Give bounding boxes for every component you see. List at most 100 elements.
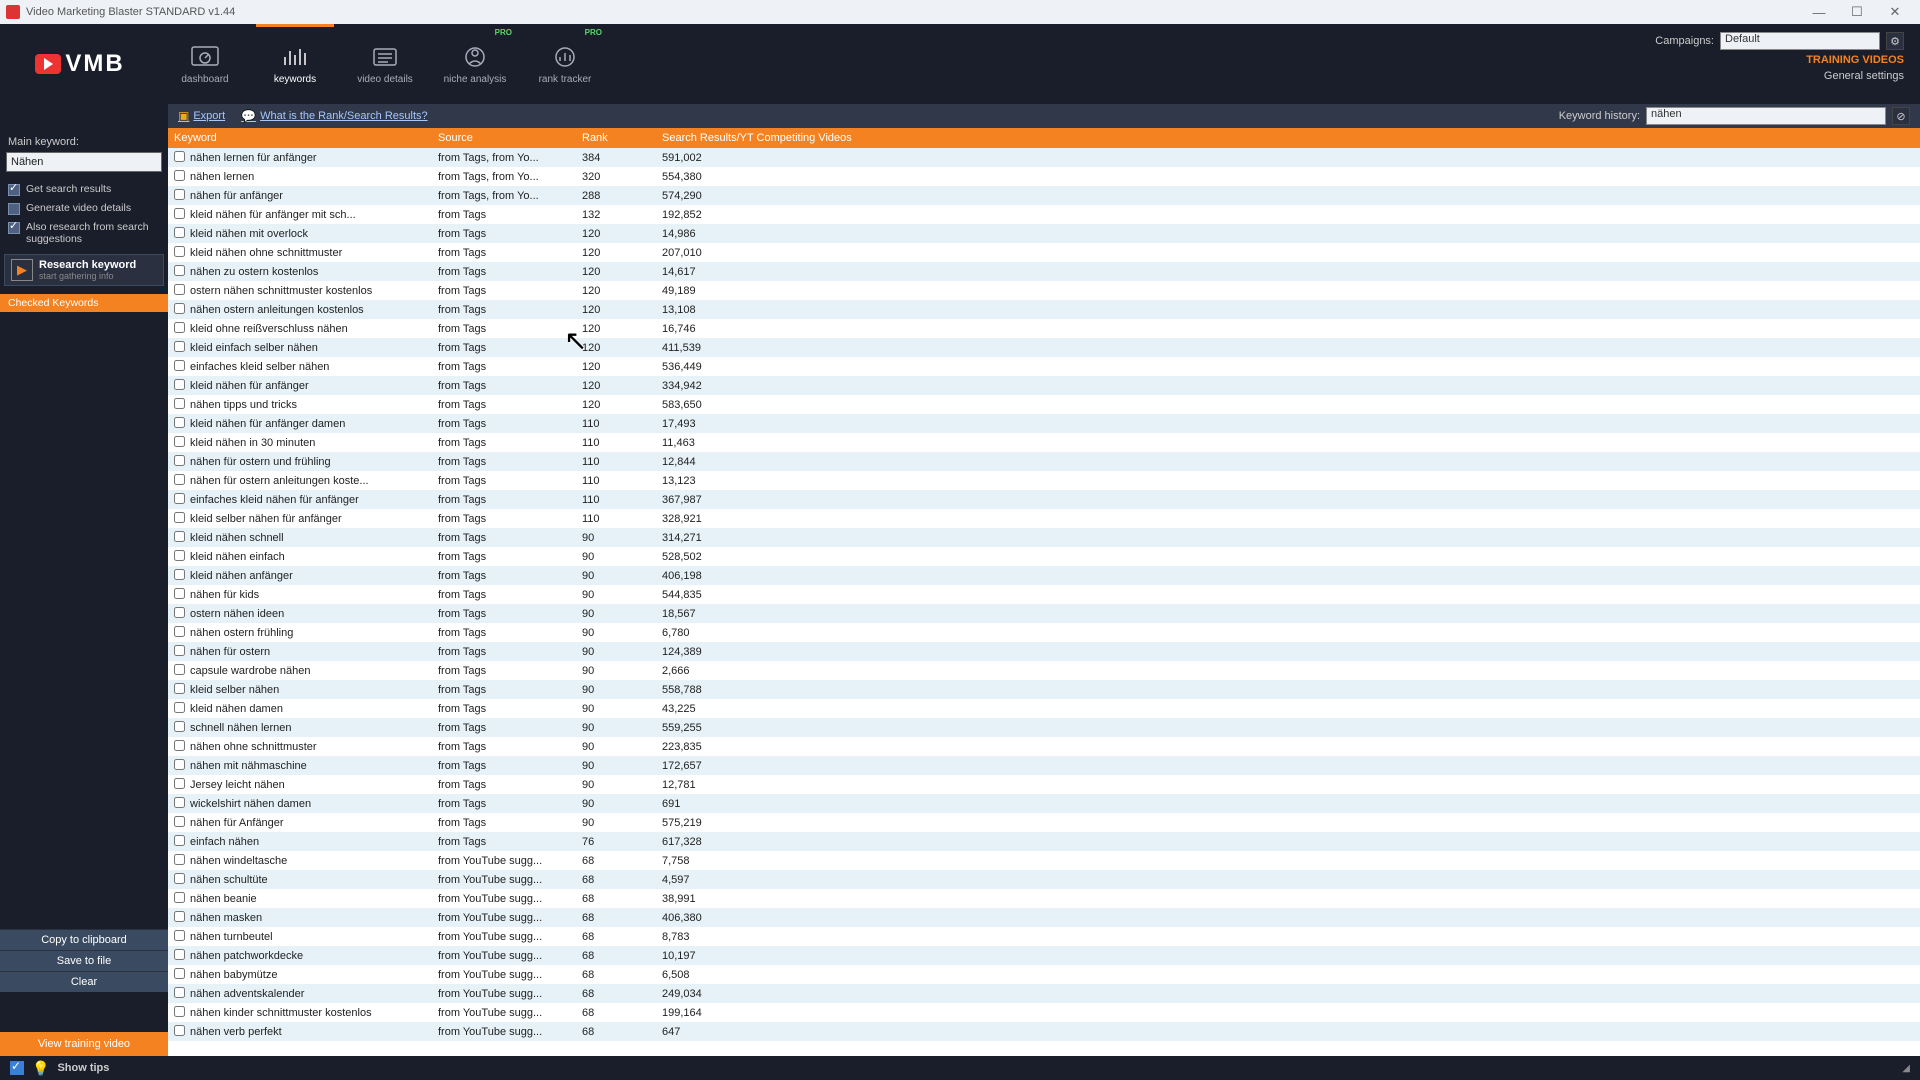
tab-dashboard[interactable]: dashboard <box>160 24 250 104</box>
table-row[interactable]: capsule wardrobe nähenfrom Tags902,666 <box>168 661 1920 680</box>
row-checkbox[interactable] <box>174 151 185 162</box>
row-checkbox[interactable] <box>174 968 185 979</box>
table-row[interactable]: nähen babymützefrom YouTube sugg...686,5… <box>168 965 1920 984</box>
table-row[interactable]: kleid nähen in 30 minutenfrom Tags11011,… <box>168 433 1920 452</box>
table-row[interactable]: kleid ohne reißverschluss nähenfrom Tags… <box>168 319 1920 338</box>
row-checkbox[interactable] <box>174 569 185 580</box>
table-row[interactable]: nähen kinder schnittmuster kostenlosfrom… <box>168 1003 1920 1022</box>
history-remove-button[interactable]: ⊘ <box>1892 107 1910 125</box>
maximize-button[interactable]: ☐ <box>1838 4 1876 20</box>
row-checkbox[interactable] <box>174 911 185 922</box>
table-row[interactable]: ostern nähen ideenfrom Tags9018,567 <box>168 604 1920 623</box>
table-row[interactable]: nähen für osternfrom Tags90124,389 <box>168 642 1920 661</box>
row-checkbox[interactable] <box>174 721 185 732</box>
row-checkbox[interactable] <box>174 208 185 219</box>
table-row[interactable]: kleid selber nähen für anfängerfrom Tags… <box>168 509 1920 528</box>
table-row[interactable]: nähen adventskalenderfrom YouTube sugg..… <box>168 984 1920 1003</box>
minimize-button[interactable]: — <box>1800 5 1838 20</box>
row-checkbox[interactable] <box>174 835 185 846</box>
row-checkbox[interactable] <box>174 607 185 618</box>
table-row[interactable]: Jersey leicht nähenfrom Tags9012,781 <box>168 775 1920 794</box>
clear-button[interactable]: Clear <box>0 971 168 992</box>
row-checkbox[interactable] <box>174 246 185 257</box>
table-row[interactable]: kleid einfach selber nähenfrom Tags12041… <box>168 338 1920 357</box>
table-body[interactable]: nähen lernen für anfängerfrom Tags, from… <box>168 148 1920 1056</box>
table-row[interactable]: nähen für ostern und frühlingfrom Tags11… <box>168 452 1920 471</box>
table-row[interactable]: nähen ostern frühlingfrom Tags906,780 <box>168 623 1920 642</box>
table-row[interactable]: nähen windeltaschefrom YouTube sugg...68… <box>168 851 1920 870</box>
table-row[interactable]: nähen patchworkdeckefrom YouTube sugg...… <box>168 946 1920 965</box>
row-checkbox[interactable] <box>174 987 185 998</box>
table-row[interactable]: schnell nähen lernenfrom Tags90559,255 <box>168 718 1920 737</box>
table-row[interactable]: nähen für kidsfrom Tags90544,835 <box>168 585 1920 604</box>
table-row[interactable]: nähen lernen für anfängerfrom Tags, from… <box>168 148 1920 167</box>
copy-to-clipboard-button[interactable]: Copy to clipboard <box>0 929 168 950</box>
row-checkbox[interactable] <box>174 493 185 504</box>
table-row[interactable]: nähen ohne schnittmusterfrom Tags90223,8… <box>168 737 1920 756</box>
table-row[interactable]: wickelshirt nähen damenfrom Tags90691 <box>168 794 1920 813</box>
col-keyword[interactable]: Keyword <box>168 132 438 144</box>
table-row[interactable]: einfaches kleid selber nähenfrom Tags120… <box>168 357 1920 376</box>
row-checkbox[interactable] <box>174 1006 185 1017</box>
table-row[interactable]: kleid nähen für anfänger mit sch...from … <box>168 205 1920 224</box>
table-row[interactable]: ostern nähen schnittmuster kostenlosfrom… <box>168 281 1920 300</box>
row-checkbox[interactable] <box>174 512 185 523</box>
row-checkbox[interactable] <box>174 759 185 770</box>
table-row[interactable]: nähen für ostern anleitungen koste...fro… <box>168 471 1920 490</box>
row-checkbox[interactable] <box>174 1025 185 1036</box>
row-checkbox[interactable] <box>174 683 185 694</box>
row-checkbox[interactable] <box>174 436 185 447</box>
row-checkbox[interactable] <box>174 227 185 238</box>
row-checkbox[interactable] <box>174 265 185 276</box>
row-checkbox[interactable] <box>174 284 185 295</box>
training-videos-link[interactable]: TRAINING VIDEOS <box>1806 54 1904 66</box>
row-checkbox[interactable] <box>174 664 185 675</box>
row-checkbox[interactable] <box>174 455 185 466</box>
row-checkbox[interactable] <box>174 341 185 352</box>
table-row[interactable]: kleid nähen mit overlockfrom Tags12014,9… <box>168 224 1920 243</box>
tab-keywords[interactable]: keywords <box>250 24 340 104</box>
view-training-video-button[interactable]: View training video <box>0 1032 168 1056</box>
row-checkbox[interactable] <box>174 892 185 903</box>
row-checkbox[interactable] <box>174 702 185 713</box>
row-checkbox[interactable] <box>174 417 185 428</box>
table-row[interactable]: nähen maskenfrom YouTube sugg...68406,38… <box>168 908 1920 927</box>
table-row[interactable]: nähen lernenfrom Tags, from Yo...320554,… <box>168 167 1920 186</box>
general-settings-link[interactable]: General settings <box>1824 70 1904 82</box>
table-row[interactable]: nähen zu ostern kostenlosfrom Tags12014,… <box>168 262 1920 281</box>
save-to-file-button[interactable]: Save to file <box>0 950 168 971</box>
table-row[interactable]: kleid nähen einfachfrom Tags90528,502 <box>168 547 1920 566</box>
col-results[interactable]: Search Results/YT Competiting Videos <box>662 132 1920 144</box>
table-row[interactable]: kleid nähen für anfänger damenfrom Tags1… <box>168 414 1920 433</box>
campaign-settings-button[interactable]: ⚙ <box>1886 32 1904 50</box>
table-row[interactable]: kleid nähen für anfängerfrom Tags120334,… <box>168 376 1920 395</box>
col-rank[interactable]: Rank <box>582 132 662 144</box>
resize-grip-icon[interactable]: ◢ <box>1902 1063 1910 1074</box>
tab-video-details[interactable]: video details <box>340 24 430 104</box>
row-checkbox[interactable] <box>174 740 185 751</box>
col-source[interactable]: Source <box>438 132 582 144</box>
row-checkbox[interactable] <box>174 550 185 561</box>
table-row[interactable]: nähen schultütefrom YouTube sugg...684,5… <box>168 870 1920 889</box>
row-checkbox[interactable] <box>174 816 185 827</box>
row-checkbox[interactable] <box>174 379 185 390</box>
row-checkbox[interactable] <box>174 949 185 960</box>
row-checkbox[interactable] <box>174 588 185 599</box>
table-row[interactable]: kleid nähen schnellfrom Tags90314,271 <box>168 528 1920 547</box>
export-link[interactable]: ▣Export <box>178 109 225 123</box>
row-checkbox[interactable] <box>174 778 185 789</box>
row-checkbox[interactable] <box>174 189 185 200</box>
row-checkbox[interactable] <box>174 626 185 637</box>
table-row[interactable]: kleid selber nähenfrom Tags90558,788 <box>168 680 1920 699</box>
tab-niche-analysis[interactable]: PRO niche analysis <box>430 24 520 104</box>
table-row[interactable]: einfaches kleid nähen für anfängerfrom T… <box>168 490 1920 509</box>
generate-video-details-checkbox[interactable]: Generate video details <box>0 199 168 218</box>
row-checkbox[interactable] <box>174 873 185 884</box>
row-checkbox[interactable] <box>174 930 185 941</box>
table-row[interactable]: kleid nähen damenfrom Tags9043,225 <box>168 699 1920 718</box>
table-row[interactable]: nähen für anfängerfrom Tags, from Yo...2… <box>168 186 1920 205</box>
get-search-results-checkbox[interactable]: Get search results <box>0 180 168 199</box>
row-checkbox[interactable] <box>174 797 185 808</box>
table-row[interactable]: nähen turnbeutelfrom YouTube sugg...688,… <box>168 927 1920 946</box>
research-keyword-button[interactable]: ▶ Research keywordstart gathering info <box>4 254 164 286</box>
